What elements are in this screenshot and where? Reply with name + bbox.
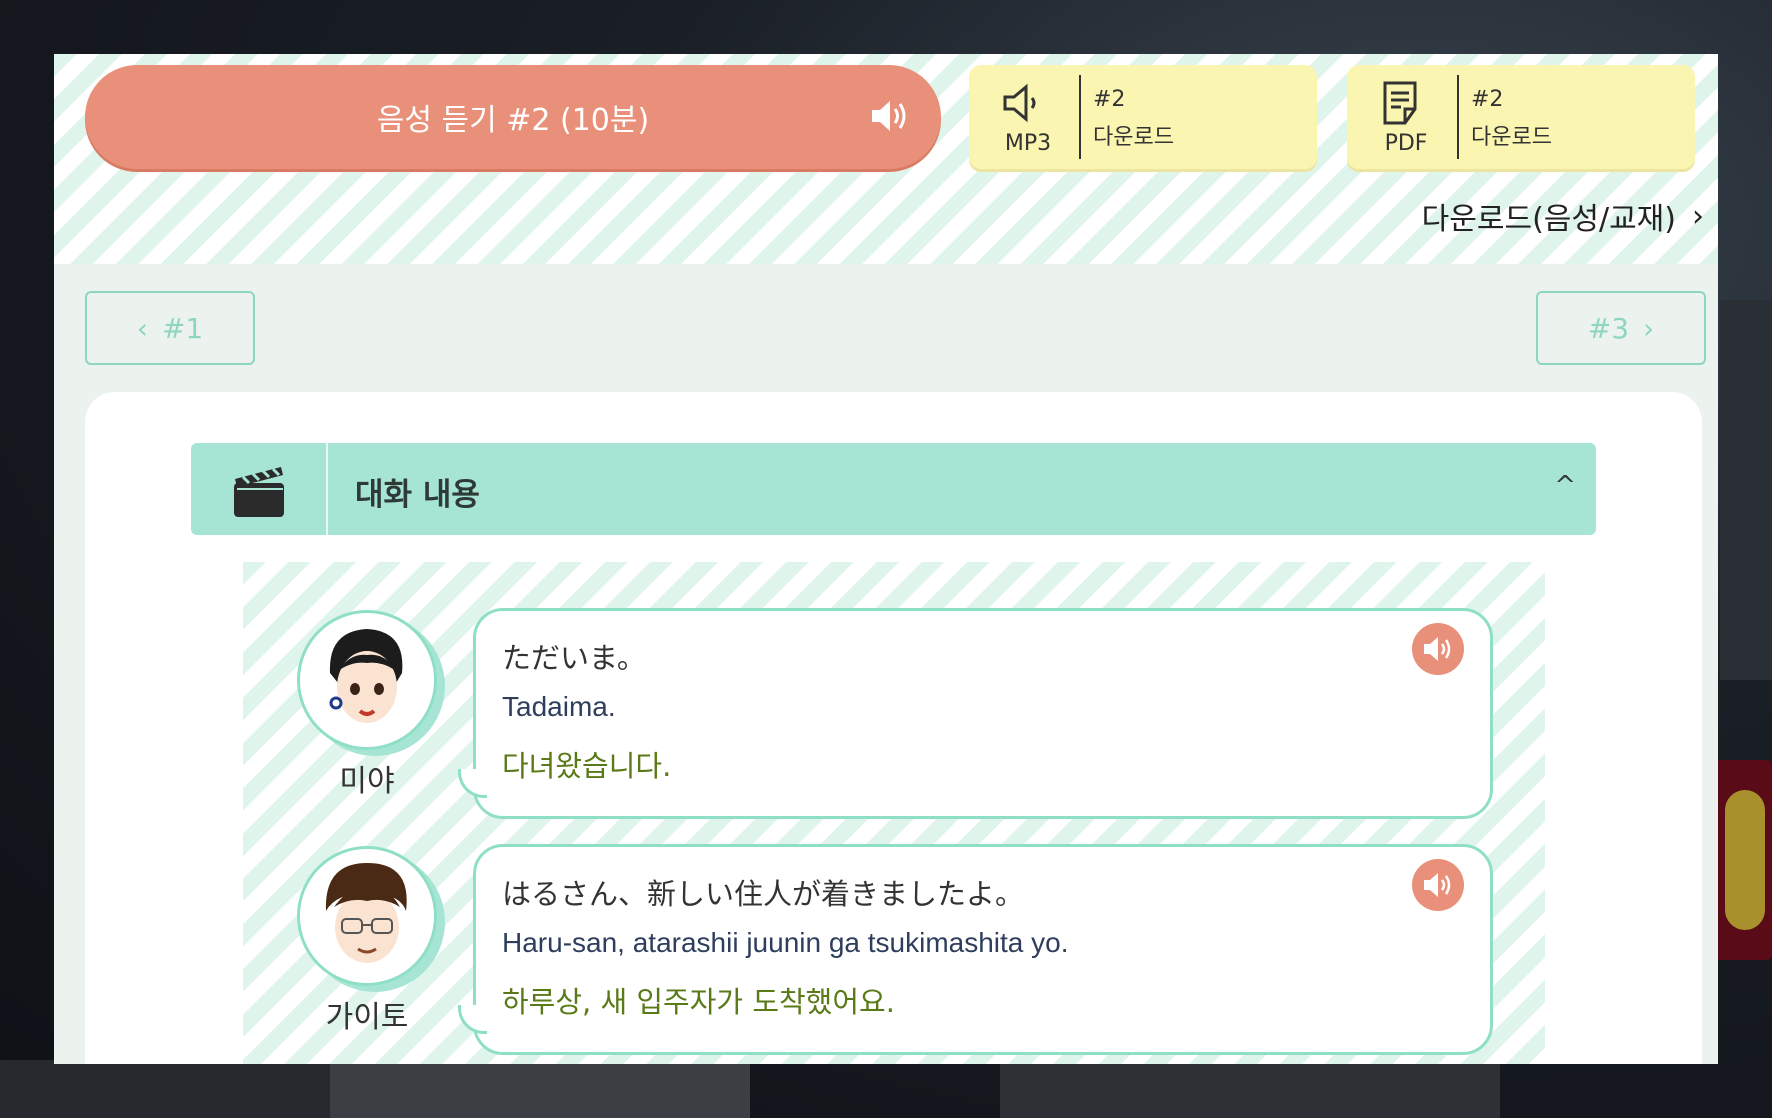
mp3-download-button[interactable]: MP3 #2 다운로드 bbox=[969, 65, 1317, 169]
lesson-page: 음성 듣기 #2 (10분) MP3 #2 다운로드 PDF #2 다운로드 다… bbox=[54, 54, 1718, 1064]
korean-translation: 다녀왔습니다. bbox=[502, 749, 672, 783]
prev-lesson-button[interactable]: ‹ #1 bbox=[85, 291, 255, 365]
lesson-number: #2 bbox=[1093, 87, 1126, 112]
avatar bbox=[297, 610, 437, 750]
next-lesson-label: #3 bbox=[1587, 311, 1630, 345]
speaker-name: 가이토 bbox=[325, 1000, 409, 1035]
play-line-button[interactable] bbox=[1412, 859, 1464, 911]
divider bbox=[1079, 75, 1081, 159]
bubble-tail bbox=[458, 769, 487, 798]
romaji-text: Haru-san, atarashii juunin ga tsukimashi… bbox=[502, 927, 1069, 958]
romaji-text: Tadaima. bbox=[502, 691, 616, 722]
listen-audio-button[interactable]: 음성 듣기 #2 (10분) bbox=[85, 65, 941, 169]
next-lesson-button[interactable]: #3 › bbox=[1536, 291, 1706, 365]
chevron-up-icon: ^ bbox=[1554, 471, 1576, 501]
korean-translation: 하루상, 새 입주자가 도착했어요. bbox=[502, 985, 895, 1019]
section-icon-box bbox=[191, 443, 328, 535]
top-toolbar: 음성 듣기 #2 (10분) MP3 #2 다운로드 PDF #2 다운로드 다… bbox=[54, 54, 1718, 264]
bubble-tail bbox=[458, 1005, 487, 1034]
download-materials-link[interactable]: 다운로드(음성/교재) › bbox=[1422, 194, 1704, 238]
clapperboard-icon bbox=[234, 467, 284, 517]
chevron-left-icon: ‹ bbox=[136, 311, 148, 345]
kaito-portrait-icon bbox=[300, 849, 434, 983]
speaker-icon bbox=[1424, 637, 1451, 661]
speaker-icon bbox=[1424, 873, 1451, 897]
download-label: 다운로드 bbox=[1093, 125, 1174, 150]
file-type-label: PDF bbox=[1384, 131, 1428, 156]
speaker-outline-icon bbox=[1003, 83, 1036, 123]
speech-bubble: はるさん、新しい住人が着きましたよ。 Haru-san, atarashii j… bbox=[458, 844, 1493, 1055]
document-icon bbox=[1383, 81, 1417, 125]
speech-bubble: ただいま。 Tadaima. 다녀왔습니다. bbox=[458, 608, 1493, 819]
download-materials-label: 다운로드(음성/교재) bbox=[1421, 202, 1676, 237]
download-label: 다운로드 bbox=[1471, 125, 1552, 150]
listen-audio-label: 음성 듣기 #2 (10분) bbox=[376, 103, 650, 138]
japanese-text: ただいま。 bbox=[502, 641, 646, 675]
chevron-right-icon: › bbox=[1643, 311, 1655, 345]
dialogue-list: 미야 ただいま。 Tadaima. 다녀왔습니다. 가이토 はるさん、新しい住人… bbox=[243, 562, 1545, 1064]
divider bbox=[1457, 75, 1459, 159]
speaker-icon bbox=[872, 101, 906, 131]
avatar bbox=[297, 846, 437, 986]
japanese-text: はるさん、新しい住人が着きましたよ。 bbox=[502, 877, 1025, 911]
play-line-button[interactable] bbox=[1412, 623, 1464, 675]
section-title: 대화 내용 bbox=[355, 477, 480, 513]
chevron-right-icon: › bbox=[1692, 198, 1704, 234]
speaker-name: 미야 bbox=[339, 764, 395, 799]
miya-portrait-icon bbox=[300, 613, 434, 747]
file-type-label: MP3 bbox=[1004, 131, 1052, 156]
pdf-download-button[interactable]: PDF #2 다운로드 bbox=[1347, 65, 1695, 169]
lesson-number: #2 bbox=[1471, 87, 1504, 112]
dialogue-section-header[interactable]: 대화 내용 ^ bbox=[191, 443, 1596, 535]
prev-lesson-label: #1 bbox=[161, 311, 204, 345]
